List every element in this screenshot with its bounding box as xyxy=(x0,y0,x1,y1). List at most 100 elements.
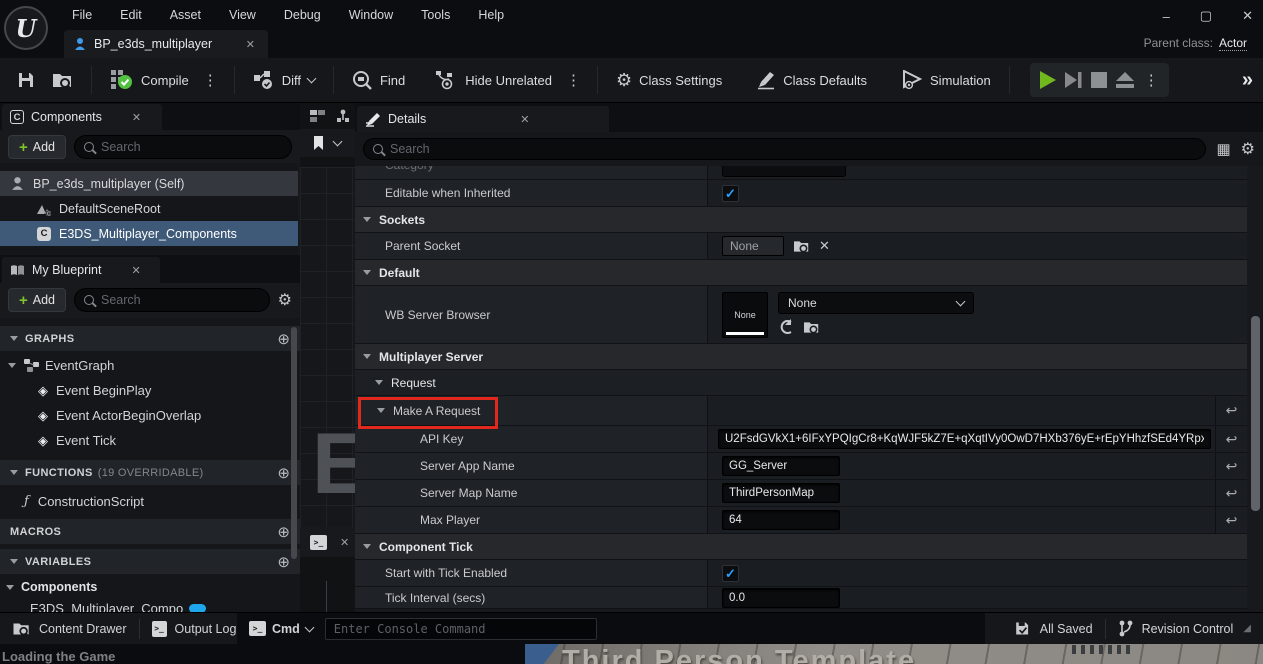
toolbar-overflow-icon[interactable]: » xyxy=(1242,69,1253,92)
my-blueprint-search-input[interactable] xyxy=(101,293,260,307)
diff-button[interactable]: Diff xyxy=(245,70,323,90)
components-tab[interactable]: C Components ✕ xyxy=(2,104,162,130)
maximize-button[interactable]: ▢ xyxy=(1200,8,1212,24)
functions-section-header[interactable]: FUNCTIONS (19 OVERRIDABLE) ⊕ xyxy=(0,460,300,485)
play-button[interactable] xyxy=(1034,68,1060,92)
console-command-input[interactable] xyxy=(325,618,597,640)
menu-asset[interactable]: Asset xyxy=(156,8,215,22)
close-button[interactable]: ✕ xyxy=(1242,8,1253,24)
socket-browse-icon[interactable] xyxy=(793,239,810,254)
components-search-input[interactable] xyxy=(101,140,282,154)
cmd-selector[interactable]: >_ Cmd xyxy=(237,613,325,644)
details-tab-close-icon[interactable]: ✕ xyxy=(516,111,533,128)
parent-socket-field[interactable]: None xyxy=(722,236,784,256)
menu-window[interactable]: Window xyxy=(335,8,407,22)
play-options-icon[interactable]: ⋮ xyxy=(1138,71,1165,89)
frame-skip-button[interactable] xyxy=(1060,68,1086,92)
output-log-button[interactable]: >_ Output Log xyxy=(140,613,249,644)
eventgraph-row[interactable]: EventGraph xyxy=(0,353,300,378)
socket-clear-icon[interactable]: ✕ xyxy=(819,238,830,254)
add-macro-icon[interactable]: ⊕ xyxy=(277,523,290,541)
default-header[interactable]: Default xyxy=(355,260,1247,286)
minimize-button[interactable]: – xyxy=(1163,9,1170,24)
class-settings-button[interactable]: ⚙ Class Settings xyxy=(608,70,730,91)
chevron-down-icon[interactable] xyxy=(333,137,343,147)
max-player-input[interactable] xyxy=(722,510,840,530)
hide-unrelated-button[interactable]: Hide Unrelated xyxy=(427,70,560,90)
category-combo[interactable] xyxy=(722,166,846,177)
add-variable-icon[interactable]: ⊕ xyxy=(277,553,290,571)
menu-view[interactable]: View xyxy=(215,8,270,22)
my-blueprint-tab[interactable]: My Blueprint ✕ xyxy=(2,257,160,283)
add-blueprint-item-button[interactable]: + Add xyxy=(8,288,66,312)
add-graph-icon[interactable]: ⊕ xyxy=(277,330,290,348)
expander-icon[interactable] xyxy=(10,336,18,341)
display-filter-icon[interactable]: ▦ xyxy=(1216,140,1230,158)
expander-icon[interactable] xyxy=(8,363,16,368)
tick-interval-input[interactable] xyxy=(722,588,840,608)
wb-asset-thumbnail[interactable]: None xyxy=(722,292,768,338)
tree-row-self[interactable]: BP_e3ds_multiplayer (Self) xyxy=(0,171,298,196)
menu-edit[interactable]: Edit xyxy=(106,8,156,22)
reset-to-default-icon[interactable]: ↩ xyxy=(1215,453,1247,479)
asset-tab[interactable]: BP_e3ds_multiplayer ✕ xyxy=(64,30,268,58)
find-button[interactable]: Find xyxy=(344,70,413,91)
details-settings-gear-icon[interactable]: ⚙ xyxy=(1241,139,1255,159)
constructionscript-row[interactable]: ƒ ConstructionScript xyxy=(0,487,300,515)
add-component-button[interactable]: + Add xyxy=(8,135,66,159)
graphs-section-header[interactable]: GRAPHS ⊕ xyxy=(0,326,300,351)
reset-to-default-icon[interactable]: ↩ xyxy=(1215,426,1247,452)
simulation-button[interactable]: Simulation xyxy=(893,70,999,90)
compile-options-icon[interactable]: ⋮ xyxy=(197,71,224,89)
browse-to-asset-icon[interactable] xyxy=(803,320,820,335)
expander-icon[interactable] xyxy=(10,470,18,475)
tree-row-defaultsceneroot[interactable]: C DefaultSceneRoot xyxy=(0,196,298,221)
eject-button[interactable] xyxy=(1112,68,1138,92)
event-beginplay-row[interactable]: ◈ Event BeginPlay xyxy=(0,378,300,403)
details-tab[interactable]: Details ✕ xyxy=(357,106,609,132)
reset-to-default-icon[interactable]: ↩ xyxy=(1215,507,1247,533)
server-map-name-input[interactable] xyxy=(722,483,840,503)
sockets-header[interactable]: Sockets xyxy=(355,207,1247,233)
close-icon[interactable]: ✕ xyxy=(336,534,353,551)
details-search-input[interactable] xyxy=(390,142,1196,156)
console-icon[interactable]: >_ xyxy=(310,535,327,550)
components-category-row[interactable]: Components xyxy=(0,576,300,598)
multiplayer-server-header[interactable]: Multiplayer Server xyxy=(355,344,1247,370)
details-scrollbar[interactable] xyxy=(1251,316,1260,511)
components-tab-close-icon[interactable]: ✕ xyxy=(128,109,145,126)
wb-asset-dropdown[interactable]: None xyxy=(778,292,974,314)
expander-icon[interactable] xyxy=(375,380,383,385)
event-actorbeginoverlap-row[interactable]: ◈ Event ActorBeginOverlap xyxy=(0,403,300,428)
tree-row-e3ds-component[interactable]: C E3DS_Multiplayer_Components xyxy=(0,221,298,246)
macros-section-header[interactable]: MACROS ⊕ xyxy=(0,519,300,544)
menu-tools[interactable]: Tools xyxy=(407,8,464,22)
save-button[interactable] xyxy=(8,70,44,90)
menu-file[interactable]: File xyxy=(58,8,106,22)
use-selected-asset-icon[interactable] xyxy=(778,319,794,335)
expander-icon[interactable] xyxy=(363,544,371,549)
compile-button[interactable]: Compile xyxy=(102,69,197,91)
add-function-icon[interactable]: ⊕ xyxy=(277,464,290,482)
revision-control-button[interactable]: Revision Control ◢ xyxy=(1106,613,1263,644)
request-header[interactable]: Request xyxy=(355,370,1247,396)
bookmark-icon[interactable] xyxy=(312,136,325,151)
reset-to-default-icon[interactable]: ↩ xyxy=(1215,396,1247,425)
window-layout-icon[interactable] xyxy=(310,109,326,123)
parent-class-link[interactable]: Actor xyxy=(1219,36,1247,51)
resize-grip-icon[interactable]: ◢ xyxy=(1243,623,1251,634)
my-blueprint-scrollbar[interactable] xyxy=(291,327,297,559)
expander-icon[interactable] xyxy=(363,270,371,275)
content-drawer-button[interactable]: Content Drawer xyxy=(0,613,139,644)
editable-when-inherited-checkbox[interactable]: ✓ xyxy=(722,185,739,202)
event-tick-row[interactable]: ◈ Event Tick xyxy=(0,428,300,453)
asset-tab-close-icon[interactable]: ✕ xyxy=(242,36,259,53)
component-tick-header[interactable]: Component Tick xyxy=(355,534,1247,560)
hide-unrelated-options-icon[interactable]: ⋮ xyxy=(560,71,587,89)
stop-button[interactable] xyxy=(1086,68,1112,92)
blueprint-settings-gear-icon[interactable]: ⚙ xyxy=(278,290,292,310)
expander-icon[interactable] xyxy=(363,217,371,222)
expander-icon[interactable] xyxy=(6,585,14,590)
browse-asset-button[interactable] xyxy=(44,71,81,90)
graph-grid[interactable]: E xyxy=(300,167,355,527)
